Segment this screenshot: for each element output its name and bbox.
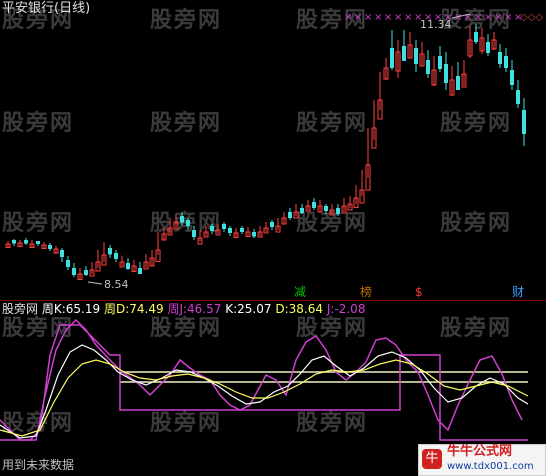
field-week-j-label: 周J:: [167, 302, 188, 316]
candle-body: [516, 90, 520, 104]
candle-body: [474, 32, 478, 42]
candle-body: [324, 206, 328, 211]
candle-body: [186, 220, 190, 226]
watermark: 股旁网: [296, 411, 369, 436]
field-week-k-value: 65.19: [65, 302, 101, 316]
indicator-name: 股旁网: [2, 302, 39, 316]
candle-body: [426, 60, 430, 74]
signal-marker: ×: [484, 12, 492, 23]
watermark: 股旁网: [150, 411, 223, 436]
candle-body: [72, 268, 76, 275]
watermark: 股旁网: [440, 316, 513, 341]
candle-body: [60, 250, 64, 257]
week-j-line: [0, 324, 528, 441]
candle-body: [300, 208, 304, 213]
field-week-d-value: 74.49: [129, 302, 164, 316]
candle-body: [108, 248, 112, 255]
chart-title: 平安银行(日线): [2, 1, 91, 16]
candle-body: [390, 48, 394, 68]
site-logo-title: 牛牛公式网: [447, 444, 513, 459]
candle-body: [48, 245, 52, 249]
site-logo[interactable]: 牛 牛牛公式网 www.tdx001.com: [418, 444, 546, 476]
watermark: 股旁网: [2, 411, 75, 436]
signal-mark-bang[interactable]: 榜: [360, 285, 372, 299]
field-d-value: 38.64: [288, 302, 323, 316]
low-price-label: 8.54: [104, 278, 129, 291]
indicator-header: 股旁网 周K:65.19 周D:74.49 周J:46.57 K:25.07 D…: [2, 302, 365, 316]
signal-marker: ×: [464, 12, 472, 23]
candle-body: [510, 70, 514, 85]
field-d-label: D:: [275, 302, 289, 316]
candle-body: [486, 42, 490, 53]
candlestick-chart[interactable]: × × × × × × × × × × × × × × × × × ×◇◇◇: [0, 0, 546, 300]
signal-marker: ◇◇◇: [520, 12, 543, 23]
signal-marker: ×: [354, 12, 362, 23]
signal-mark-jian[interactable]: 减: [294, 285, 306, 299]
candle-body: [312, 202, 316, 208]
candle-body: [36, 241, 40, 244]
signal-marker: ×: [494, 12, 502, 23]
signal-marker: ×: [474, 12, 482, 23]
candle-body: [288, 212, 292, 218]
signal-marker: ×: [364, 12, 372, 23]
candle-body: [504, 56, 508, 68]
signal-marker: ×: [384, 12, 392, 23]
candle-body: [270, 222, 274, 227]
panel-divider: [0, 300, 546, 301]
d-line: [0, 359, 529, 437]
field-week-k-label: 周K:: [41, 302, 66, 316]
signal-mark-dollar[interactable]: $: [415, 285, 423, 299]
candle-body: [210, 226, 214, 231]
candle-body: [402, 46, 406, 61]
candle-body: [456, 76, 460, 90]
signal-marker: ×: [344, 12, 352, 23]
candle-body: [222, 224, 226, 229]
signal-marker: ×: [394, 12, 402, 23]
high-price-label: 11.34: [420, 18, 452, 31]
signal-mark-cai[interactable]: 财: [512, 285, 524, 299]
candle-body: [444, 64, 448, 83]
field-k-value: 25.07: [237, 302, 272, 316]
candle-body: [252, 232, 256, 237]
field-week-d-label: 周D:: [103, 302, 130, 316]
candle-body: [522, 110, 526, 134]
field-week-j-value: 46.57: [187, 302, 222, 316]
candle-body: [240, 228, 244, 232]
signal-marker: ×: [404, 12, 412, 23]
candle-body: [228, 228, 232, 233]
site-logo-icon: 牛: [422, 449, 442, 469]
candle-body: [438, 56, 442, 69]
signal-marker: ×: [374, 12, 382, 23]
candle-body: [498, 52, 502, 64]
candle-body: [12, 240, 16, 244]
candle-body: [414, 48, 418, 64]
candle-body: [180, 216, 184, 223]
candle-body: [138, 268, 142, 274]
candle-body: [24, 240, 28, 244]
candle-body: [192, 230, 196, 237]
signal-marker: ×: [504, 12, 512, 23]
chart-window[interactable]: 股旁网 股旁网 股旁网 股旁网 股旁网 股旁网 股旁网 股旁网 股旁网 股旁网 …: [0, 0, 546, 476]
candle-body: [126, 263, 130, 269]
candle-body: [336, 208, 340, 214]
candle-body: [66, 260, 70, 267]
candle-body: [114, 253, 118, 259]
k-line: [0, 344, 529, 439]
field-k-label: K:: [225, 302, 238, 316]
site-logo-url: www.tdx001.com: [447, 461, 534, 472]
low-pointer: [87, 281, 103, 285]
footer-note: 用到未来数据: [2, 458, 75, 472]
field-j-value: -2.08: [334, 302, 366, 316]
candle-body: [84, 270, 88, 275]
